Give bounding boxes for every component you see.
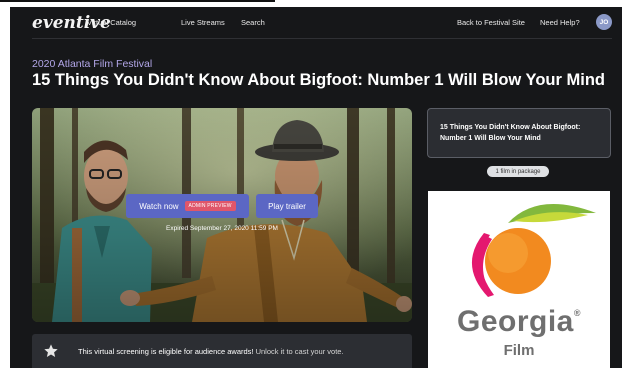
star-icon — [43, 343, 59, 364]
watch-now-label: Watch now — [139, 201, 179, 211]
user-avatar[interactable]: JO — [596, 14, 612, 30]
nav-link-live-streams[interactable]: Live Streams — [181, 18, 225, 27]
awards-unlock-text: Unlock it to cast your vote. — [253, 347, 344, 356]
sponsor-logo: Georgia® Film — [428, 191, 610, 368]
nav-link-search[interactable]: Search — [241, 18, 265, 27]
sponsor-name: Georgia® — [428, 305, 610, 339]
sponsor-name-text: Georgia — [456, 305, 574, 338]
awards-eligible-text: This virtual screening is eligible for a… — [78, 347, 254, 356]
admin-preview-badge: ADMIN PREVIEW — [184, 201, 236, 211]
top-nav: eventive Virtual Catalog Live Streams Se… — [10, 7, 622, 41]
film-package-card[interactable]: 15 Things You Didn't Know About Bigfoot:… — [427, 108, 611, 158]
festival-name: 2020 Atlanta Film Festival — [32, 58, 153, 70]
expired-notice: Expired September 27, 2020 11:59 PM — [166, 225, 278, 232]
nav-link-need-help[interactable]: Need Help? — [540, 18, 580, 27]
page-title: 15 Things You Didn't Know About Bigfoot:… — [32, 71, 605, 89]
audience-awards-bar[interactable]: This virtual screening is eligible for a… — [32, 334, 412, 368]
top-border-line — [0, 0, 275, 2]
nav-link-back-to-festival[interactable]: Back to Festival Site — [457, 18, 525, 27]
watch-now-button[interactable]: Watch now ADMIN PREVIEW — [126, 194, 249, 218]
audience-awards-text: This virtual screening is eligible for a… — [78, 347, 344, 356]
peach-logo-graphic — [471, 204, 596, 297]
app-window: eventive Virtual Catalog Live Streams Se… — [10, 7, 622, 368]
play-trailer-button[interactable]: Play trailer — [256, 194, 318, 218]
package-film-title: 15 Things You Didn't Know About Bigfoot:… — [440, 124, 581, 142]
nav-divider — [32, 38, 612, 39]
film-hero-image: Watch now ADMIN PREVIEW Play trailer Exp… — [32, 108, 412, 322]
registered-mark: ® — [573, 308, 581, 318]
package-count-badge: 1 film in package — [487, 166, 549, 177]
sponsor-subtitle: Film — [503, 342, 535, 359]
nav-link-virtual-catalog[interactable]: Virtual Catalog — [87, 18, 136, 27]
